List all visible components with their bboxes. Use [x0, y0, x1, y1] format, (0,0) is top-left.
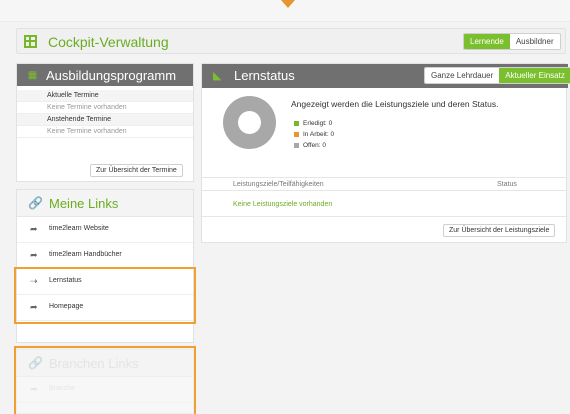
legend-swatch-erledigt — [294, 120, 299, 126]
legend-value: 0 — [322, 142, 327, 149]
list-item: Keine Termine vorhanden — [17, 126, 193, 138]
legend-offen: Offen: 0 — [294, 142, 326, 149]
column-header-leistungsziele: Leistungsziele/Teilfähigkeiten — [233, 181, 324, 188]
panel-title: Ausbildungsprogramm — [46, 68, 177, 83]
list-item: Keine Termine vorhanden — [17, 102, 193, 114]
legend-swatch-offen — [294, 142, 299, 148]
lernstatus-panel: ◣ Lernstatus Ganze Lehrdauer Aktueller E… — [201, 63, 570, 243]
highlight-box — [14, 346, 196, 414]
link-time2learn-handbuecher[interactable]: ➦ time2learn Handbücher — [17, 243, 193, 269]
share-arrow-icon: ➦ — [30, 224, 38, 234]
grid-icon — [24, 35, 37, 48]
legend-label: Offen: — [303, 142, 321, 149]
chart-icon: ◣ — [213, 70, 222, 82]
legend-value: 0 — [328, 120, 333, 127]
divider — [202, 216, 566, 217]
toggle-aktueller-einsatz[interactable]: Aktueller Einsatz — [499, 68, 570, 83]
role-toggle: Lernende Ausbildner — [463, 33, 561, 50]
empty-leistungsziele: Keine Leistungsziele vorhanden — [233, 201, 333, 208]
cockpit-bar: Cockpit-Verwaltung Lernende Ausbildner — [16, 28, 566, 54]
toggle-ausbildner[interactable]: Ausbildner — [509, 34, 560, 49]
panel-header: 🔗 Meine Links — [17, 190, 193, 217]
column-header-status: Status — [497, 181, 517, 188]
link-icon: 🔗 — [28, 196, 43, 210]
list-item: Aktuelle Termine — [17, 90, 193, 102]
page-title: Cockpit-Verwaltung — [48, 34, 169, 50]
legend-label: In Arbeit: — [303, 131, 329, 138]
panel-title: Meine Links — [49, 196, 119, 211]
list-item: Anstehende Termine — [17, 114, 193, 126]
legend-swatch-in-arbeit — [294, 131, 299, 137]
termine-overview-button[interactable]: Zur Übersicht der Termine — [90, 164, 183, 177]
ausbildungsprogramm-panel: ▦ Ausbildungsprogramm Aktuelle Termine K… — [16, 63, 194, 182]
panel-header: ▦ Ausbildungsprogramm — [17, 64, 193, 86]
legend-value: 0 — [330, 131, 335, 138]
panel-title: Lernstatus — [234, 68, 295, 83]
period-toggle: Ganze Lehrdauer Aktueller Einsatz — [424, 67, 570, 84]
legend-label: Erledigt: — [303, 120, 327, 127]
toggle-lernende[interactable]: Lernende — [464, 34, 510, 49]
link-label: time2learn Handbücher — [49, 251, 122, 258]
highlight-box — [14, 267, 196, 324]
link-time2learn-website[interactable]: ➦ time2learn Website — [17, 217, 193, 243]
top-strip — [0, 0, 570, 22]
legend-erledigt: Erledigt: 0 — [294, 120, 332, 127]
leistungsziele-overview-button[interactable]: Zur Übersicht der Leistungsziele — [443, 224, 556, 237]
toggle-ganze-lehrdauer[interactable]: Ganze Lehrdauer — [425, 68, 500, 83]
table-header: Leistungsziele/Teilfähigkeiten Status — [202, 177, 566, 191]
top-arrow-icon — [281, 0, 295, 8]
share-arrow-icon: ➦ — [30, 250, 38, 260]
link-label: time2learn Website — [49, 225, 109, 232]
lernstatus-description: Angezeigt werden die Leistungsziele und … — [291, 99, 499, 109]
status-donut-chart — [223, 96, 276, 149]
legend-in-arbeit: In Arbeit: 0 — [294, 131, 334, 138]
calendar-icon: ▦ — [27, 70, 38, 81]
